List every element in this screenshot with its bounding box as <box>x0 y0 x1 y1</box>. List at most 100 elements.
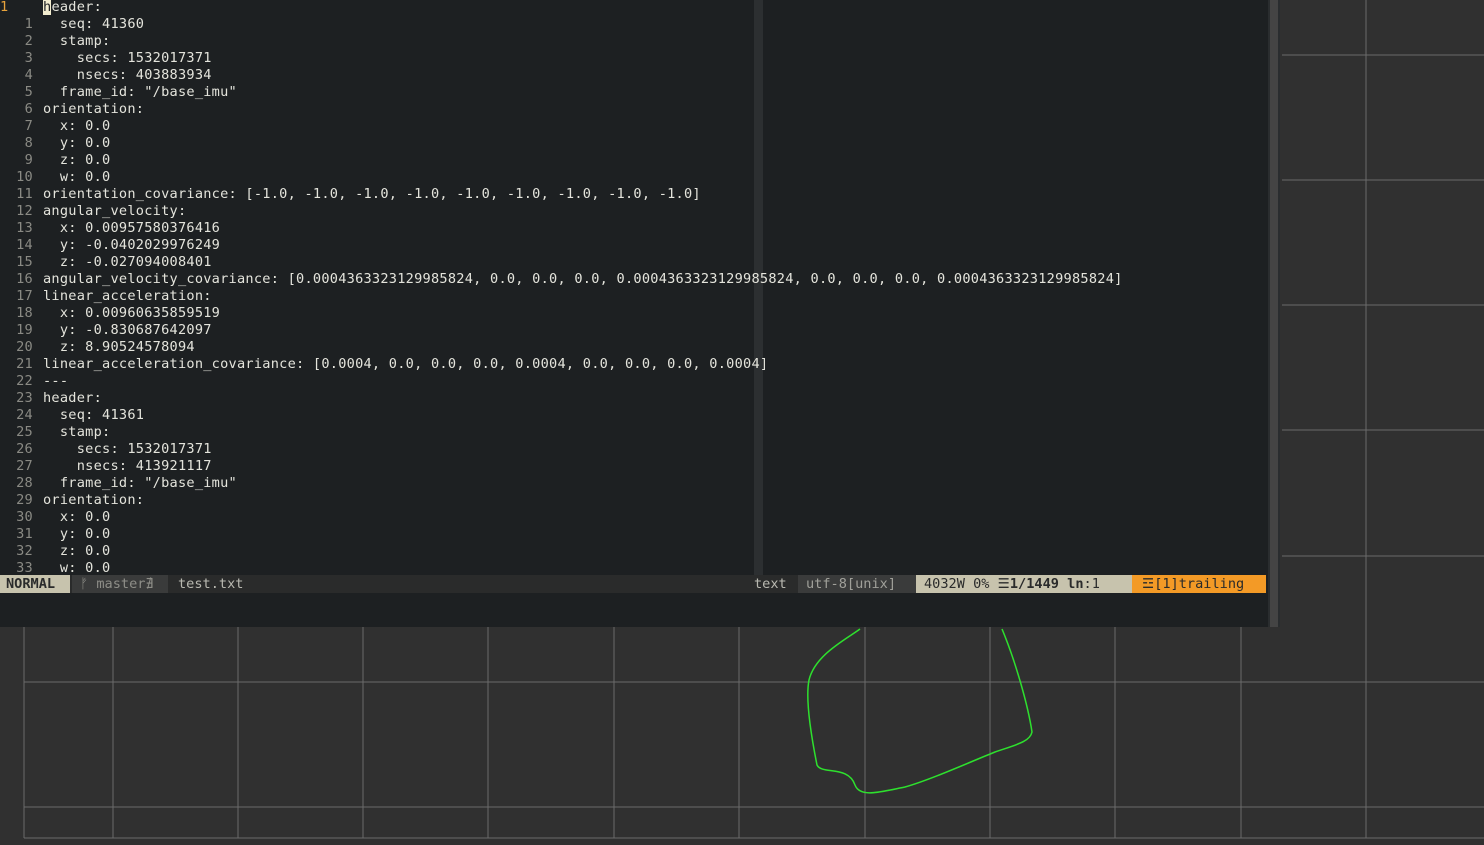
line-number: 26 <box>16 441 33 457</box>
editor-line[interactable]: 16 angular_velocity_covariance: [0.000436… <box>0 271 1123 288</box>
trailing-whitespace-warning: ☲[1]trailing <box>1132 575 1266 593</box>
editor-line[interactable]: 9 z: 0.0 <box>0 152 111 169</box>
line-text: z: 0.0 <box>43 543 111 559</box>
line-text: orientation_covariance: [-1.0, -1.0, -1.… <box>43 186 701 202</box>
editor-line[interactable]: 22 --- <box>0 373 68 390</box>
line-text: y: -0.0402029976249 <box>43 237 221 253</box>
editor-line[interactable]: 19 y: -0.830687642097 <box>0 322 212 339</box>
line-text: angular_velocity: <box>43 203 187 219</box>
line-number: 15 <box>16 254 33 270</box>
editor-line[interactable]: 27 nsecs: 413921117 <box>0 458 212 475</box>
editor-line[interactable]: 20 z: 8.90524578094 <box>0 339 195 356</box>
line-number: 1 <box>0 0 9 15</box>
editor-line[interactable]: 14 y: -0.0402029976249 <box>0 237 220 254</box>
editor-line[interactable]: 2 stamp: <box>0 33 111 50</box>
line-text: stamp: <box>43 33 111 49</box>
editor-line[interactable]: 32 z: 0.0 <box>0 543 110 560</box>
line-number: 10 <box>16 169 33 185</box>
editor-line[interactable]: 11 orientation_covariance: [-1.0, -1.0, -… <box>0 186 701 203</box>
line-number: 24 <box>16 407 33 423</box>
editor-line[interactable]: 29 orientation: <box>0 492 144 509</box>
line-text: z: -0.027094008401 <box>43 254 212 270</box>
line-number: 6 <box>24 101 33 117</box>
file-type: text <box>754 576 787 592</box>
trajectory-path <box>807 628 1033 794</box>
git-branch: ᚠ master∄ <box>72 575 168 593</box>
cursor-position: 4032W 0% ☰1/1449 ln:1 <box>916 575 1132 593</box>
line-number: 11 <box>16 186 33 202</box>
editor-line[interactable]: 17 linear_acceleration: <box>0 288 212 305</box>
line-number: 31 <box>16 526 33 542</box>
editor-line[interactable]: 33 w: 0.0 <box>0 560 110 575</box>
line-text: header: <box>43 0 103 15</box>
line-text: w: 0.0 <box>43 560 111 575</box>
position-icon: ☰ <box>997 576 1010 592</box>
line-number: 16 <box>16 271 33 287</box>
line-number: 12 <box>16 203 33 219</box>
editor-line[interactable]: 30 x: 0.0 <box>0 509 110 526</box>
editor-line[interactable]: 25 stamp: <box>0 424 110 441</box>
line-text: x: 0.0 <box>43 509 111 525</box>
line-number: 30 <box>16 509 33 525</box>
line-text: w: 0.0 <box>43 169 111 185</box>
line-text: nsecs: 403883934 <box>43 67 212 83</box>
line-text: y: 0.0 <box>43 526 111 542</box>
terminal-scrollbar[interactable] <box>1268 0 1280 627</box>
line-number: 25 <box>16 424 33 440</box>
line-number: 8 <box>24 135 33 151</box>
line-number: 18 <box>16 305 33 321</box>
editor-line[interactable]: 8 y: 0.0 <box>0 135 111 152</box>
line-text: y: -0.830687642097 <box>43 322 212 338</box>
editor-line[interactable]: 4 nsecs: 403883934 <box>0 67 212 84</box>
editor-line[interactable]: 23 header: <box>0 390 102 407</box>
line-text: x: 0.0 <box>43 118 111 134</box>
line-text: stamp: <box>43 424 111 440</box>
editor-line[interactable]: 28 frame_id: "/base_imu" <box>0 475 237 492</box>
editor-line[interactable]: 18 x: 0.00960635859519 <box>0 305 220 322</box>
editor-line[interactable]: 5 frame_id: "/base_imu" <box>0 84 237 101</box>
line-number: 1 <box>24 16 33 32</box>
editor-line[interactable]: 12 angular_velocity: <box>0 203 186 220</box>
editor-line[interactable]: 7 x: 0.0 <box>0 118 111 135</box>
editor-line[interactable]: 1 header: <box>0 0 102 16</box>
terminal-window[interactable]: 1 header: 1 seq: 41360 2 stamp: 3 secs: 1532… <box>0 0 1280 627</box>
editor-line[interactable]: 6 orientation: <box>0 101 144 118</box>
line-text: --- <box>43 373 69 389</box>
line-text: nsecs: 413921117 <box>43 458 212 474</box>
editor-line[interactable]: 10 w: 0.0 <box>0 169 110 186</box>
editor-line[interactable]: 21 linear_acceleration_covariance: [0.000… <box>0 356 768 373</box>
line-number: 22 <box>16 373 33 389</box>
editor-line[interactable]: 1 seq: 41360 <box>0 16 144 33</box>
line-number: 33 <box>16 560 33 575</box>
editor-line[interactable]: 31 y: 0.0 <box>0 526 110 543</box>
line-number: 13 <box>16 220 33 236</box>
line-number: 5 <box>24 84 33 100</box>
line-number: 32 <box>16 543 33 559</box>
file-encoding: utf-8[unix] <box>798 575 916 593</box>
mode-indicator: NORMAL <box>0 575 70 593</box>
editor-line[interactable]: 26 secs: 1532017371 <box>0 441 212 458</box>
text-cursor: h <box>43 0 52 15</box>
editor-line[interactable]: 3 secs: 1532017371 <box>0 50 212 67</box>
line-text: z: 0.0 <box>43 152 111 168</box>
line-number: 27 <box>16 458 33 474</box>
line-number: 21 <box>16 356 33 372</box>
line-number: 19 <box>16 322 33 338</box>
vim-editor[interactable]: 1 header: 1 seq: 41360 2 stamp: 3 secs: 1532… <box>0 0 1266 575</box>
line-number: 23 <box>16 390 33 406</box>
line-label: ln <box>1067 576 1084 592</box>
line-text: seq: 41360 <box>43 16 145 32</box>
line-text: frame_id: "/base_imu" <box>43 475 237 491</box>
line-text: orientation: <box>43 101 145 117</box>
editor-line[interactable]: 24 seq: 41361 <box>0 407 144 424</box>
editor-line[interactable]: 13 x: 0.00957580376416 <box>0 220 220 237</box>
line-text: frame_id: "/base_imu" <box>43 84 237 100</box>
line-number: 9 <box>24 152 33 168</box>
editor-line[interactable]: 15 z: -0.027094008401 <box>0 254 212 271</box>
scrollbar-thumb[interactable] <box>1270 0 1278 627</box>
warning-icon: ☲ <box>1142 576 1155 592</box>
line-number: 29 <box>16 492 33 508</box>
line-text: orientation: <box>43 492 145 508</box>
column-position: :1 <box>1083 576 1100 592</box>
vim-statusline: NORMAL ᚠ master∄ test.txt text utf-8[uni… <box>0 575 1266 593</box>
